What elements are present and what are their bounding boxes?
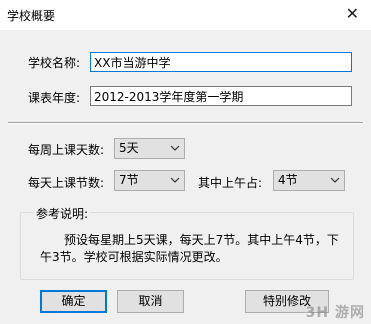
title-bar: 学校概要 ✕	[0, 0, 371, 30]
divider	[8, 122, 363, 124]
periods-value: 7节	[119, 173, 139, 187]
morning-value: 4节	[278, 173, 298, 187]
periods-label: 每天上课节数:	[28, 176, 105, 190]
school-name-input[interactable]: XX市当游中学	[90, 52, 352, 72]
ok-button[interactable]: 确定	[40, 290, 107, 313]
reference-title: 参考说明:	[34, 205, 91, 222]
window-title: 学校概要	[7, 9, 56, 23]
close-icon[interactable]: ✕	[346, 4, 359, 23]
chevron-down-icon	[170, 145, 180, 151]
morning-select[interactable]: 4节	[273, 170, 345, 191]
school-name-label: 学校名称:	[28, 56, 81, 70]
days-label: 每周上课天数:	[28, 143, 105, 157]
term-label: 课表年度:	[28, 91, 81, 105]
periods-select[interactable]: 7节	[114, 170, 185, 191]
term-input[interactable]: 2012-2013学年度第一学期	[90, 86, 352, 106]
reference-text: 预设每星期上5天课，每天上7节。其中上午4节，下午3节。学校可根据实际情况更改。	[40, 233, 339, 264]
days-value: 5天	[119, 141, 139, 155]
cancel-button[interactable]: 取消	[117, 290, 184, 313]
chevron-down-icon	[330, 177, 340, 183]
watermark-logo: 3H 游网	[305, 305, 365, 321]
chevron-down-icon	[170, 177, 180, 183]
days-select[interactable]: 5天	[114, 138, 185, 159]
morning-label: 其中上午占:	[198, 176, 263, 190]
